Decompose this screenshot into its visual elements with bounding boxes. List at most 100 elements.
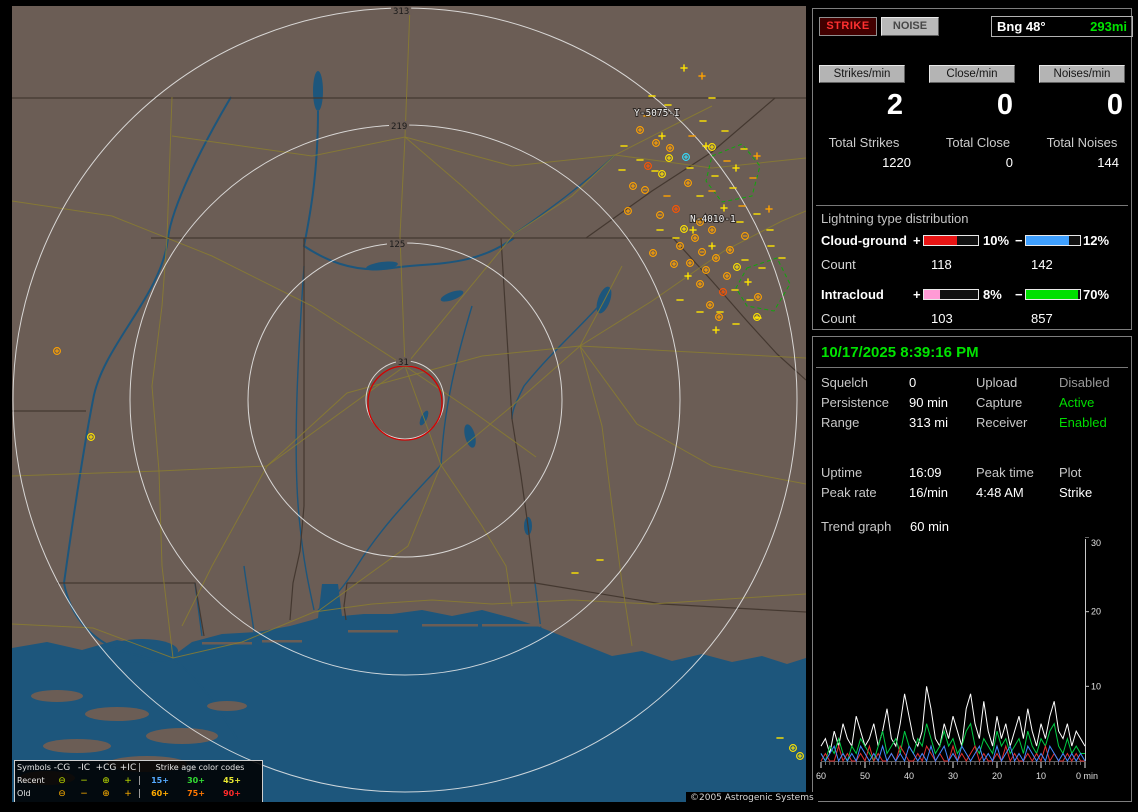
cg-minus-percent: 12% xyxy=(1083,233,1110,248)
total-close-value: 0 xyxy=(1005,155,1013,170)
bearing-label: Bng 48° xyxy=(997,19,1046,34)
strike-symbol xyxy=(665,154,673,162)
ic-minus-count: 857 xyxy=(1031,311,1053,326)
strike-mode-button[interactable]: STRIKE xyxy=(819,17,877,36)
svg-text:50: 50 xyxy=(860,771,870,781)
strike-symbol xyxy=(636,126,644,134)
age-badge: 90+ xyxy=(223,789,241,798)
noises-per-min-value: 0 xyxy=(1106,89,1123,121)
circle-minus-icon: ⊖ xyxy=(58,788,66,799)
strike-symbol xyxy=(744,278,752,286)
uptime-label: Uptime xyxy=(821,465,863,480)
minus-icon: − xyxy=(80,775,88,786)
strike-symbol xyxy=(708,226,716,234)
ring-distance-label: 125 xyxy=(389,240,405,250)
distribution-title: Lightning type distribution xyxy=(821,211,969,226)
count-label: Count xyxy=(821,311,856,326)
plot-mode-value: Strike xyxy=(1059,485,1093,500)
strike-symbol xyxy=(708,143,716,151)
ic-plus-count: 103 xyxy=(931,311,953,326)
strike-symbol xyxy=(698,72,706,80)
peak-time-value: 4:48 AM xyxy=(976,485,1024,500)
total-strikes-label: Total Strikes xyxy=(828,135,900,150)
strike-symbol xyxy=(691,234,699,242)
storm-cell-outlines xyxy=(705,143,791,312)
trend-window-value: 60 min xyxy=(910,519,950,534)
legend-old-row: Old ⊖ − ⊕ + 60+ 75+ 90+ xyxy=(15,787,262,800)
peak-rate-label: Peak rate xyxy=(821,485,877,500)
strike-symbol xyxy=(658,170,666,178)
cg-minus-count: 142 xyxy=(1031,257,1053,272)
ic-plus-bar xyxy=(923,289,979,300)
roads-layer xyxy=(12,6,806,659)
cg-minus-bar-fill xyxy=(1026,236,1070,245)
status-row: Range 313 mi Receiver Enabled xyxy=(813,415,1131,435)
legend-recent-label: Recent xyxy=(17,776,45,785)
legend-col-pos-cg: +CG xyxy=(95,762,117,773)
strike-symbol xyxy=(754,293,762,301)
storm-cell-id-label: N-4010-1 xyxy=(690,214,736,225)
svg-text:20: 20 xyxy=(992,771,1002,781)
ring-distance-label: 313 xyxy=(393,7,409,17)
legend-col-pos-ic: +IC xyxy=(119,762,137,773)
strike-symbol xyxy=(765,205,773,213)
ring-distance-label: 219 xyxy=(391,122,407,132)
cloud-ground-label: Cloud-ground xyxy=(821,233,907,248)
cg-plus-bar-fill xyxy=(924,236,958,245)
close-per-min-plate: Close/min xyxy=(929,65,1015,83)
strike-symbol xyxy=(682,153,690,161)
strike-symbol xyxy=(702,266,710,274)
stats-grid: Uptime 16:09 Peak time Plot Peak rate 16… xyxy=(813,465,1131,505)
app-root: { "panel": { "strike_btn": "STRIKE", "no… xyxy=(0,0,1138,812)
legend-old-label: Old xyxy=(17,789,31,798)
svg-text:20: 20 xyxy=(1091,607,1101,617)
range-ring xyxy=(247,242,563,558)
strike-symbol xyxy=(698,248,706,256)
strike-symbol xyxy=(741,232,749,240)
trend-series-Intracloud xyxy=(820,722,1085,763)
bearing-display: Bng 48° 293mi xyxy=(991,16,1133,37)
plot-label: Plot xyxy=(1059,465,1082,480)
age-badge: 30+ xyxy=(187,776,205,785)
minus-sign: − xyxy=(1015,233,1023,248)
peak-time-label: Peak time xyxy=(976,465,1034,480)
stats-row: Uptime 16:09 Peak time Plot xyxy=(813,465,1131,485)
ring-distance-label: 31 xyxy=(398,358,409,368)
strike-symbol xyxy=(87,433,95,441)
strike-symbol xyxy=(733,263,741,271)
water-layer xyxy=(12,71,806,802)
total-noises-label: Total Noises xyxy=(1046,135,1118,150)
strike-symbol xyxy=(706,301,714,309)
strike-symbol xyxy=(753,313,761,321)
strike-symbol xyxy=(656,211,664,219)
strike-symbol xyxy=(670,260,678,268)
strike-symbol xyxy=(680,64,688,72)
intracloud-row: Intracloud + 8% − 70% xyxy=(813,287,1131,303)
uptime-value: 16:09 xyxy=(909,465,942,480)
status-panel: 10/17/2025 8:39:16 PM Squelch 0 Upload D… xyxy=(812,336,1132,802)
strike-symbol xyxy=(666,144,674,152)
bearing-range: 293mi xyxy=(1090,19,1127,34)
strike-symbol xyxy=(649,249,657,257)
noises-per-min-plate: Noises/min xyxy=(1039,65,1125,83)
strike-symbol xyxy=(686,259,694,267)
ic-minus-bar xyxy=(1025,289,1081,300)
lightning-map[interactable]: 313 219 125 31 Y-5075-I N-4010-1 Symbols -CG … xyxy=(12,6,806,802)
noise-mode-button[interactable]: NOISE xyxy=(881,17,939,36)
upload-status: Disabled xyxy=(1059,375,1110,390)
upload-label: Upload xyxy=(976,375,1018,390)
map-legend: Symbols -CG -IC +CG +IC Strike age color… xyxy=(14,760,263,802)
legend-age-title: Strike age color codes xyxy=(155,763,245,772)
map-labels-layer: 313 219 125 31 Y-5075-I N-4010-1 xyxy=(387,6,737,368)
age-badge: 75+ xyxy=(187,789,205,798)
svg-text:10: 10 xyxy=(1036,771,1046,781)
peak-rate-value: 16/min xyxy=(909,485,949,500)
strike-symbol xyxy=(629,182,637,190)
range-label: Range xyxy=(821,415,860,430)
ic-plus-bar-fill xyxy=(924,290,941,299)
legend-header-row: Symbols -CG -IC +CG +IC Strike age color… xyxy=(15,761,262,774)
svg-text:40: 40 xyxy=(904,771,914,781)
stats-row: Peak rate 16/min 4:48 AM Strike xyxy=(813,485,1131,505)
state-borders xyxy=(12,97,806,637)
map-svg: 313 219 125 31 Y-5075-I N-4010-1 xyxy=(12,6,806,802)
